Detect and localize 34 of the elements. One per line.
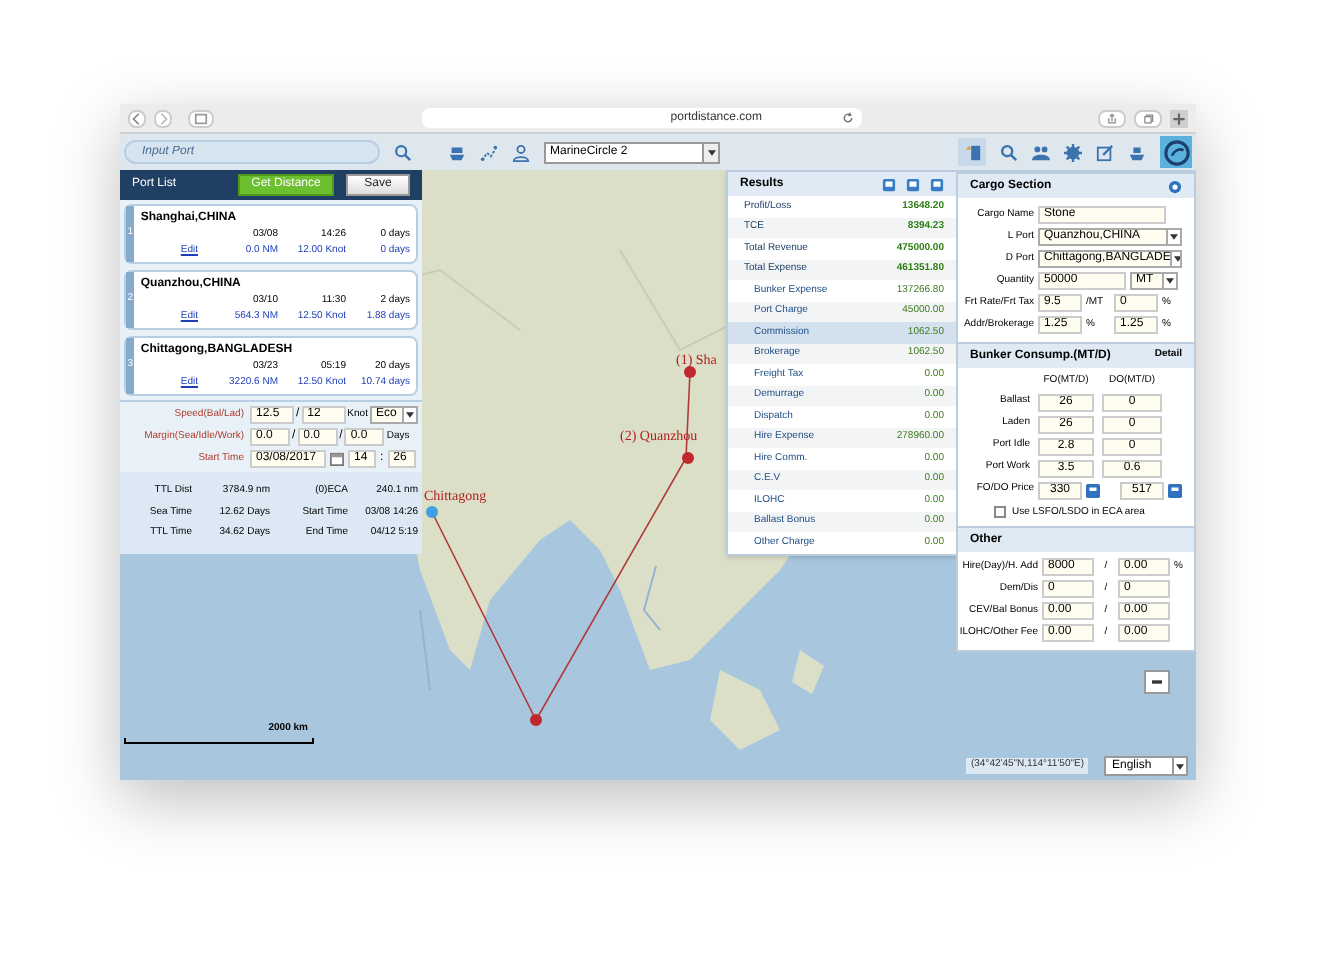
- ship-icon[interactable]: [1128, 143, 1146, 161]
- reload-icon[interactable]: [842, 112, 854, 124]
- caret-icon: [1170, 234, 1178, 240]
- search-icon[interactable]: [1000, 143, 1018, 161]
- layers-button[interactable]: [958, 138, 986, 166]
- zoom-out-button[interactable]: [1144, 670, 1170, 694]
- caret-icon: [707, 149, 715, 155]
- share-button[interactable]: [1098, 109, 1126, 127]
- add-icon[interactable]: [1168, 179, 1182, 193]
- minus-icon: [1152, 680, 1162, 684]
- user-icon[interactable]: [512, 143, 530, 161]
- calculator-icon[interactable]: [1168, 483, 1182, 497]
- calculator-icon[interactable]: [1086, 483, 1100, 497]
- sidebar-button[interactable]: [188, 109, 214, 127]
- caret-icon: [1176, 763, 1184, 769]
- edit-icon[interactable]: [1096, 143, 1114, 161]
- layers-icon: [963, 143, 981, 161]
- back-button[interactable]: [128, 109, 146, 127]
- logo-icon[interactable]: [1160, 136, 1192, 168]
- caret-icon: [1166, 278, 1174, 284]
- settings-icon[interactable]: [1064, 143, 1082, 161]
- group-icon[interactable]: [1032, 143, 1050, 161]
- search-icon[interactable]: [394, 143, 412, 161]
- calendar-icon[interactable]: [330, 452, 344, 466]
- save-icon[interactable]: [906, 177, 920, 191]
- export-icon[interactable]: [930, 177, 944, 191]
- ship-icon[interactable]: [448, 143, 466, 161]
- caret-icon: [405, 412, 414, 418]
- new-tab-button[interactable]: [1170, 109, 1188, 127]
- eca-checkbox[interactable]: [994, 506, 1006, 519]
- table-icon[interactable]: [882, 177, 896, 191]
- route-icon[interactable]: [480, 143, 498, 161]
- caret-icon: [1174, 256, 1180, 262]
- tabs-button[interactable]: [1134, 109, 1162, 127]
